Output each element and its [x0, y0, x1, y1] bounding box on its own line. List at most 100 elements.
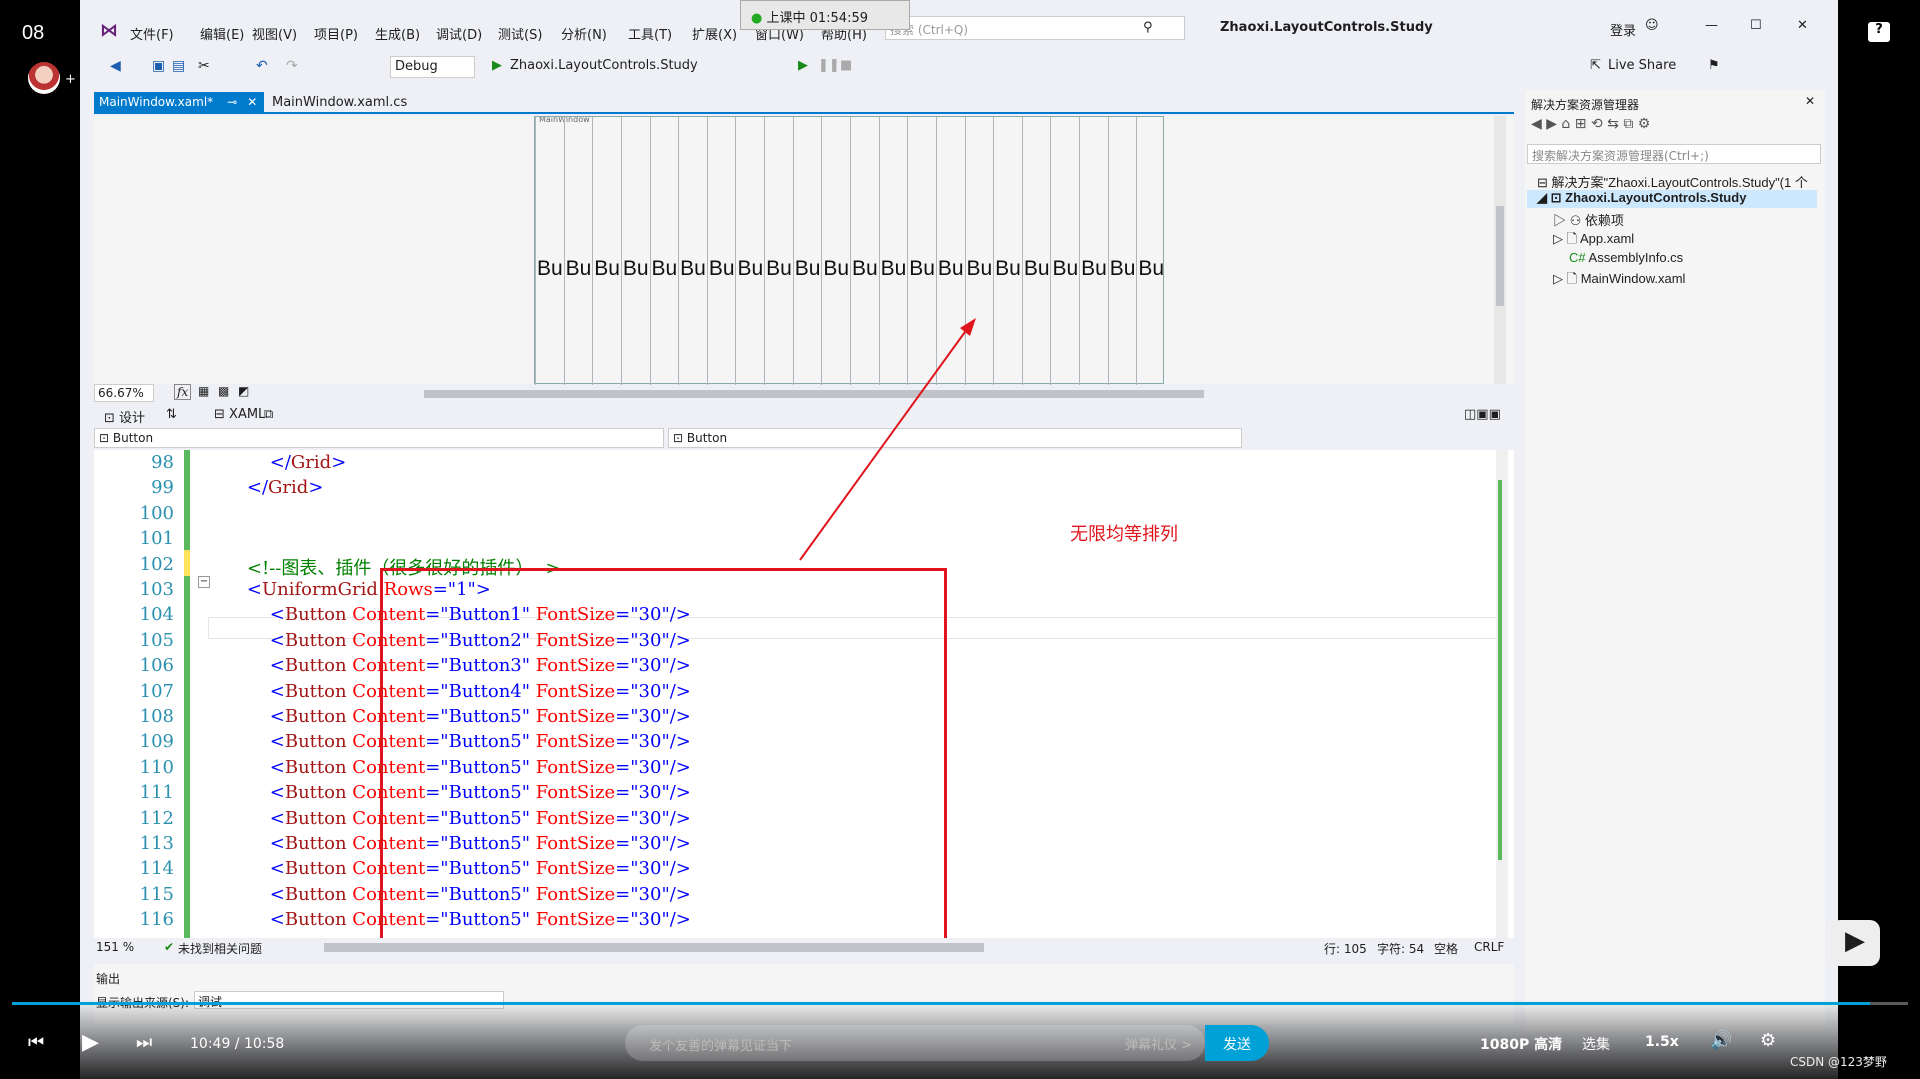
live-share-icon[interactable]: ⇱: [1590, 58, 1601, 73]
play-overlay-icon[interactable]: ▶: [1830, 920, 1880, 966]
account-icon[interactable]: ☺: [1645, 18, 1659, 33]
editor-zoom[interactable]: 151 %: [96, 940, 134, 954]
volume-icon[interactable]: 🔊: [1710, 1030, 1732, 1051]
solution-search-input[interactable]: 搜索解决方案资源管理器(Ctrl+;): [1527, 144, 1821, 164]
close-button[interactable]: ✕: [1797, 18, 1808, 33]
danmaku-etiquette[interactable]: 弹幕礼仪 >: [1125, 1034, 1192, 1053]
tab-design[interactable]: ⊡ 设计: [104, 407, 145, 426]
live-share-button[interactable]: Live Share: [1608, 58, 1676, 73]
settings-icon[interactable]: ⚙: [1760, 1030, 1776, 1051]
speed-select[interactable]: 1.5x: [1645, 1034, 1679, 1050]
menu-item-0[interactable]: 文件(F): [130, 24, 174, 43]
menu-item-5[interactable]: 调试(D): [436, 24, 482, 43]
preview-button[interactable]: Bu: [594, 257, 620, 281]
next-icon[interactable]: ⏭: [136, 1032, 152, 1053]
preview-button[interactable]: Bu: [795, 257, 821, 281]
continue-icon[interactable]: ▶: [798, 58, 808, 73]
tree-app-xaml[interactable]: ▷ 🗋 App.xaml: [1553, 230, 1634, 252]
element-select-left[interactable]: ⊡ Button: [94, 428, 664, 448]
preview-button[interactable]: Bu: [1138, 257, 1164, 281]
preview-button[interactable]: Bu: [709, 257, 735, 281]
danmaku-input[interactable]: 发个友善的弹幕见证当下: [625, 1025, 1205, 1061]
avatar[interactable]: [28, 62, 60, 94]
live-status-badge[interactable]: ● 上课中 01:54:59: [740, 0, 910, 30]
preview-button[interactable]: Bu: [967, 257, 993, 281]
preview-button[interactable]: Bu: [1024, 257, 1050, 281]
tab-mainwindow-xaml-cs[interactable]: MainWindow.xaml.cs: [264, 92, 464, 114]
menu-item-2[interactable]: 视图(V): [252, 24, 297, 43]
close-panel-icon[interactable]: ✕: [1805, 94, 1815, 108]
issues-status[interactable]: 未找到相关问题: [178, 940, 262, 957]
tree-solution[interactable]: ⊟ 解决方案"Zhaoxi.LayoutControls.Study"(1 个: [1537, 172, 1808, 191]
menu-item-6[interactable]: 测试(S): [498, 24, 542, 43]
code-line[interactable]: </Grid>: [224, 452, 347, 473]
pause-icon[interactable]: ❚❚: [818, 58, 840, 73]
preview-button[interactable]: Bu: [737, 257, 763, 281]
preview-button[interactable]: Bu: [680, 257, 706, 281]
designer-vscroll[interactable]: [1494, 116, 1506, 384]
cut-icon[interactable]: ✂: [198, 58, 210, 74]
search-icon[interactable]: ⚲: [1143, 20, 1153, 35]
menu-item-9[interactable]: 扩展(X): [692, 24, 737, 43]
swap-panes-icon[interactable]: ⇅: [166, 407, 177, 422]
preview-button[interactable]: Bu: [766, 257, 792, 281]
startup-project[interactable]: Zhaoxi.LayoutControls.Study: [510, 58, 698, 73]
send-button[interactable]: 发送: [1205, 1025, 1269, 1061]
tree-dependencies[interactable]: ▷ ⚇ 依赖项: [1553, 210, 1624, 229]
designer-zoom-select[interactable]: 66.67%: [94, 384, 154, 402]
uniform-grid-preview[interactable]: Bu Bu Bu Bu Bu Bu Bu Bu Bu Bu Bu Bu Bu Bu Bu Bu Bu Bu Bu Bu…: [534, 116, 1164, 385]
search-input[interactable]: 搜索 (Ctrl+Q): [885, 16, 1185, 40]
menu-item-8[interactable]: 工具(T): [628, 24, 672, 43]
collapse-toggle[interactable]: −: [198, 576, 210, 588]
stop-icon[interactable]: ■: [840, 58, 852, 73]
split-layout-icon[interactable]: ◫▣▣: [1464, 407, 1501, 422]
help-icon[interactable]: ?: [1868, 22, 1890, 42]
preview-button[interactable]: Bu: [1110, 257, 1136, 281]
preview-button[interactable]: Bu: [652, 257, 678, 281]
back-icon[interactable]: ◀: [110, 58, 121, 74]
save-icon[interactable]: ▣: [152, 58, 165, 74]
artboard-icon[interactable]: ◩: [238, 384, 249, 398]
designer-hscroll[interactable]: [424, 390, 1204, 398]
editor-hscroll[interactable]: [324, 943, 984, 952]
preview-button[interactable]: Bu: [623, 257, 649, 281]
solution-toolbar-icons[interactable]: ◀ ▶ ⌂ ⊞ ⟲ ⇆ ⧉ ⚙: [1531, 116, 1650, 132]
snap-grid-icon[interactable]: ▩: [218, 384, 229, 398]
undo-icon[interactable]: ↶: [256, 58, 268, 74]
preview-button[interactable]: Bu: [881, 257, 907, 281]
tree-assemblyinfo[interactable]: C# AssemblyInfo.cs: [1569, 250, 1683, 265]
feedback-icon[interactable]: ⚑: [1708, 58, 1720, 73]
tab-mainwindow-xaml[interactable]: MainWindow.xaml* ⊸ ✕: [94, 92, 264, 114]
fx-icon[interactable]: fx: [174, 384, 192, 400]
xaml-designer[interactable]: MainWindow BuBuBuBuBuBuBuBuBuBuBuBuBuBuB…: [94, 115, 1514, 385]
menu-item-3[interactable]: 项目(P): [314, 24, 358, 43]
maximize-button[interactable]: ☐: [1750, 18, 1762, 33]
menu-item-7[interactable]: 分析(N): [561, 24, 607, 43]
preview-button[interactable]: Bu: [537, 257, 563, 281]
play-icon[interactable]: ▶: [82, 1030, 99, 1055]
configuration-select[interactable]: Debug: [390, 56, 475, 78]
tree-project[interactable]: ◢ ⊡ Zhaoxi.LayoutControls.Study: [1527, 190, 1817, 208]
preview-button[interactable]: Bu: [938, 257, 964, 281]
minimize-button[interactable]: —: [1705, 18, 1718, 33]
preview-button[interactable]: Bu: [909, 257, 935, 281]
element-select-right[interactable]: ⊡ Button: [668, 428, 1242, 448]
preview-button[interactable]: Bu: [1052, 257, 1078, 281]
preview-button[interactable]: Bu: [852, 257, 878, 281]
preview-button[interactable]: Bu: [823, 257, 849, 281]
tab-xaml[interactable]: ⊟ XAML: [214, 407, 265, 422]
preview-button[interactable]: Bu: [1081, 257, 1107, 281]
menu-item-1[interactable]: 编辑(E): [200, 24, 244, 43]
quality-select[interactable]: 1080P 高清: [1480, 1034, 1562, 1054]
episodes-button[interactable]: 选集: [1582, 1034, 1610, 1054]
prev-icon[interactable]: ⏮: [28, 1032, 44, 1053]
preview-button[interactable]: Bu: [566, 257, 592, 281]
close-tab-icon[interactable]: ✕: [247, 95, 257, 109]
code-line[interactable]: </Grid>: [224, 477, 324, 498]
tree-mainwindow-xaml[interactable]: ▷ 🗋 MainWindow.xaml: [1553, 270, 1685, 292]
editor-vscroll[interactable]: [1496, 450, 1508, 938]
login-link[interactable]: 登录: [1610, 20, 1636, 39]
start-icon[interactable]: ▶: [492, 58, 502, 73]
pin-icon[interactable]: ⊸: [227, 95, 237, 109]
grid-icon[interactable]: ▦: [198, 384, 209, 398]
